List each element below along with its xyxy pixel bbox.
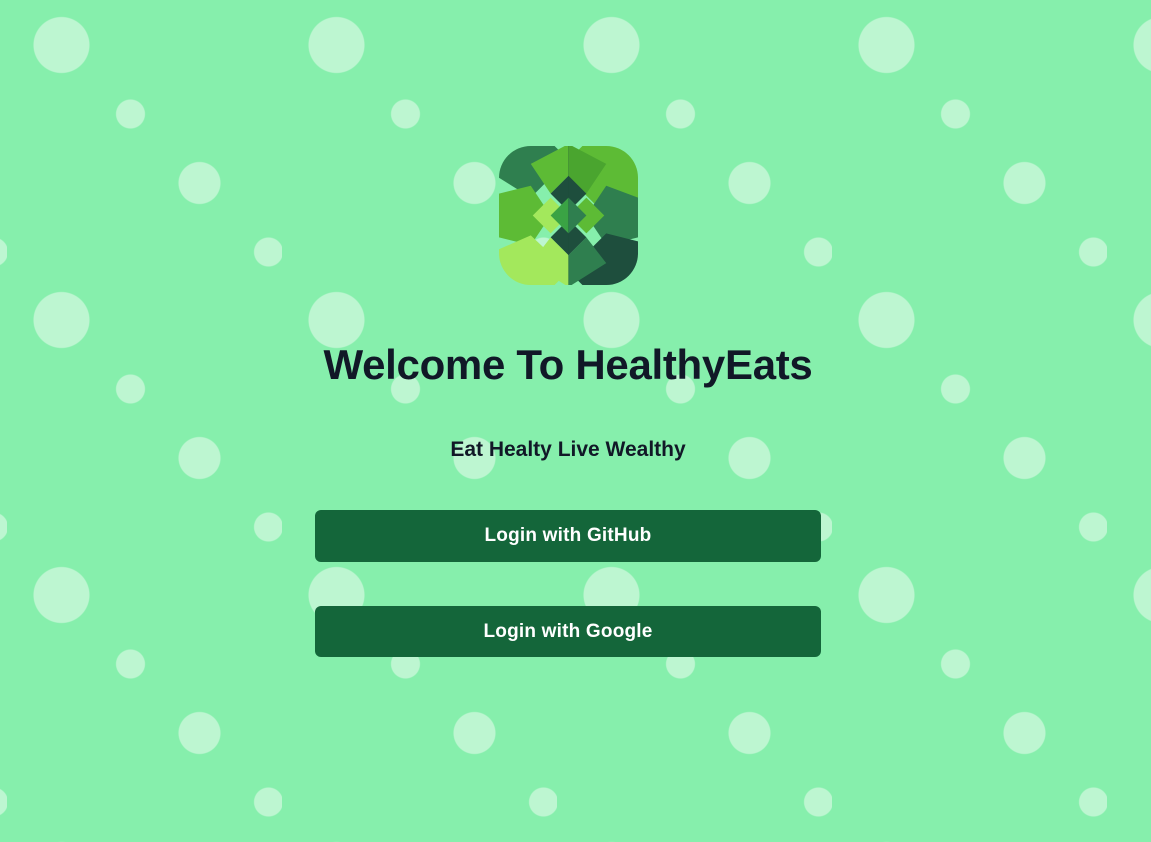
healthyeats-logo-icon <box>499 146 638 285</box>
login-google-label: Login with Google <box>483 620 653 642</box>
login-github-button[interactable]: Login with GitHub <box>315 510 821 562</box>
login-github-label: Login with GitHub <box>484 525 652 546</box>
tagline: Eat Healty Live Wealthy <box>450 438 686 461</box>
page-title: Welcome To HealthyEats <box>323 341 813 388</box>
login-page: Welcome To HealthyEats Eat Healty Live W… <box>0 0 1151 842</box>
login-google-button[interactable]: Login with Google <box>315 606 821 657</box>
